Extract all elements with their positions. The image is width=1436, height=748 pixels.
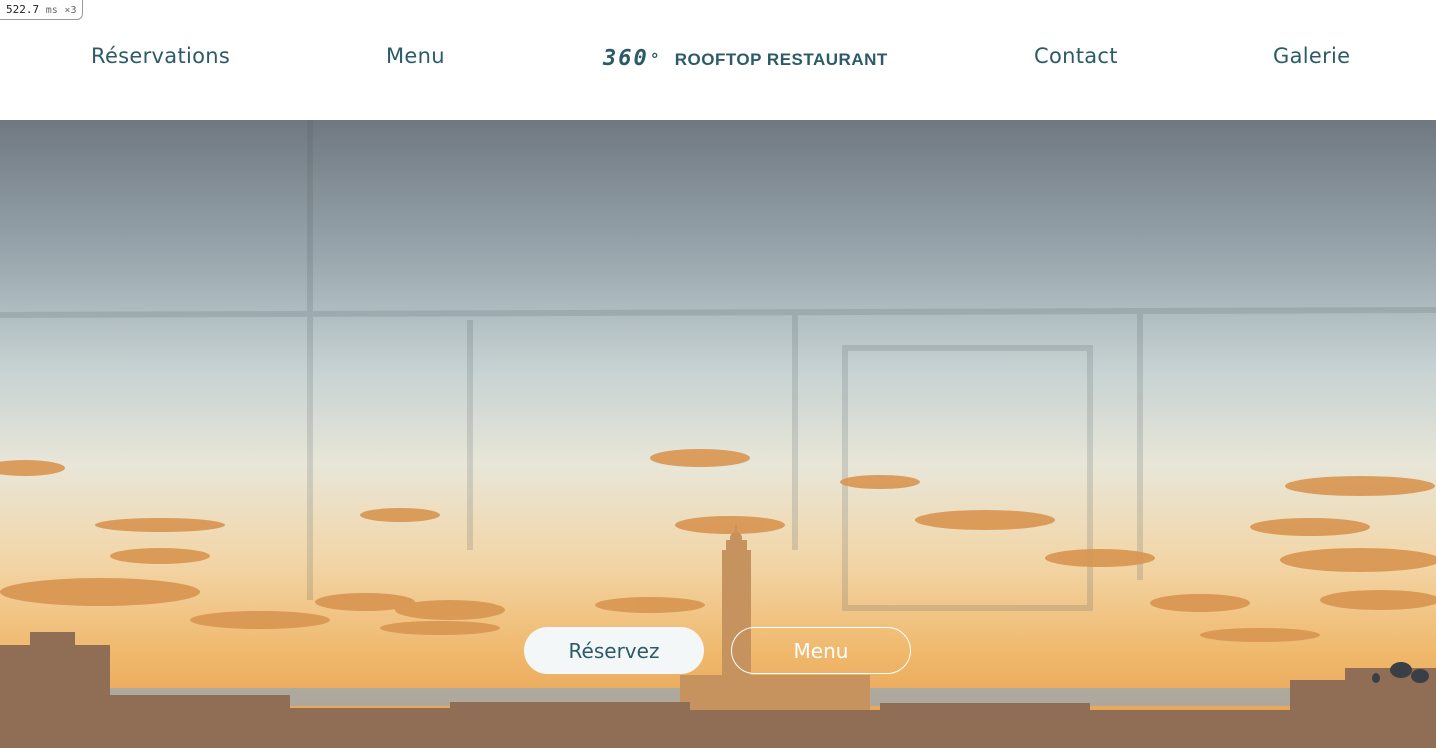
nav-menu[interactable]: Menu (386, 44, 445, 68)
brand-number: 360 (603, 46, 649, 71)
mosque-minaret (680, 525, 870, 715)
perf-unit: ms (45, 5, 58, 16)
hero-background-image (0, 120, 1436, 748)
perf-value: 522.7 (6, 3, 40, 16)
site-header: Réservations Menu 360 ° ROOFTOP RESTAURA… (0, 0, 1436, 120)
nav-contact[interactable]: Contact (1034, 44, 1118, 68)
window-reflection (0, 120, 1436, 611)
nav-reservations[interactable]: Réservations (91, 44, 230, 68)
reserve-button[interactable]: Réservez (524, 627, 704, 674)
brand-name: ROOFTOP RESTAURANT (674, 50, 888, 69)
menu-button[interactable]: Menu (731, 627, 911, 674)
brand-logo[interactable]: 360 ° ROOFTOP RESTAURANT (603, 46, 888, 71)
sunset-clouds (0, 449, 1436, 642)
performance-counter: 522.7 ms ×3 (0, 0, 84, 20)
brand-degree: ° (650, 50, 659, 69)
nav-gallery[interactable]: Galerie (1273, 44, 1350, 68)
perf-multiplier: ×3 (64, 5, 77, 16)
hero-section: Réservez Menu (0, 120, 1436, 748)
